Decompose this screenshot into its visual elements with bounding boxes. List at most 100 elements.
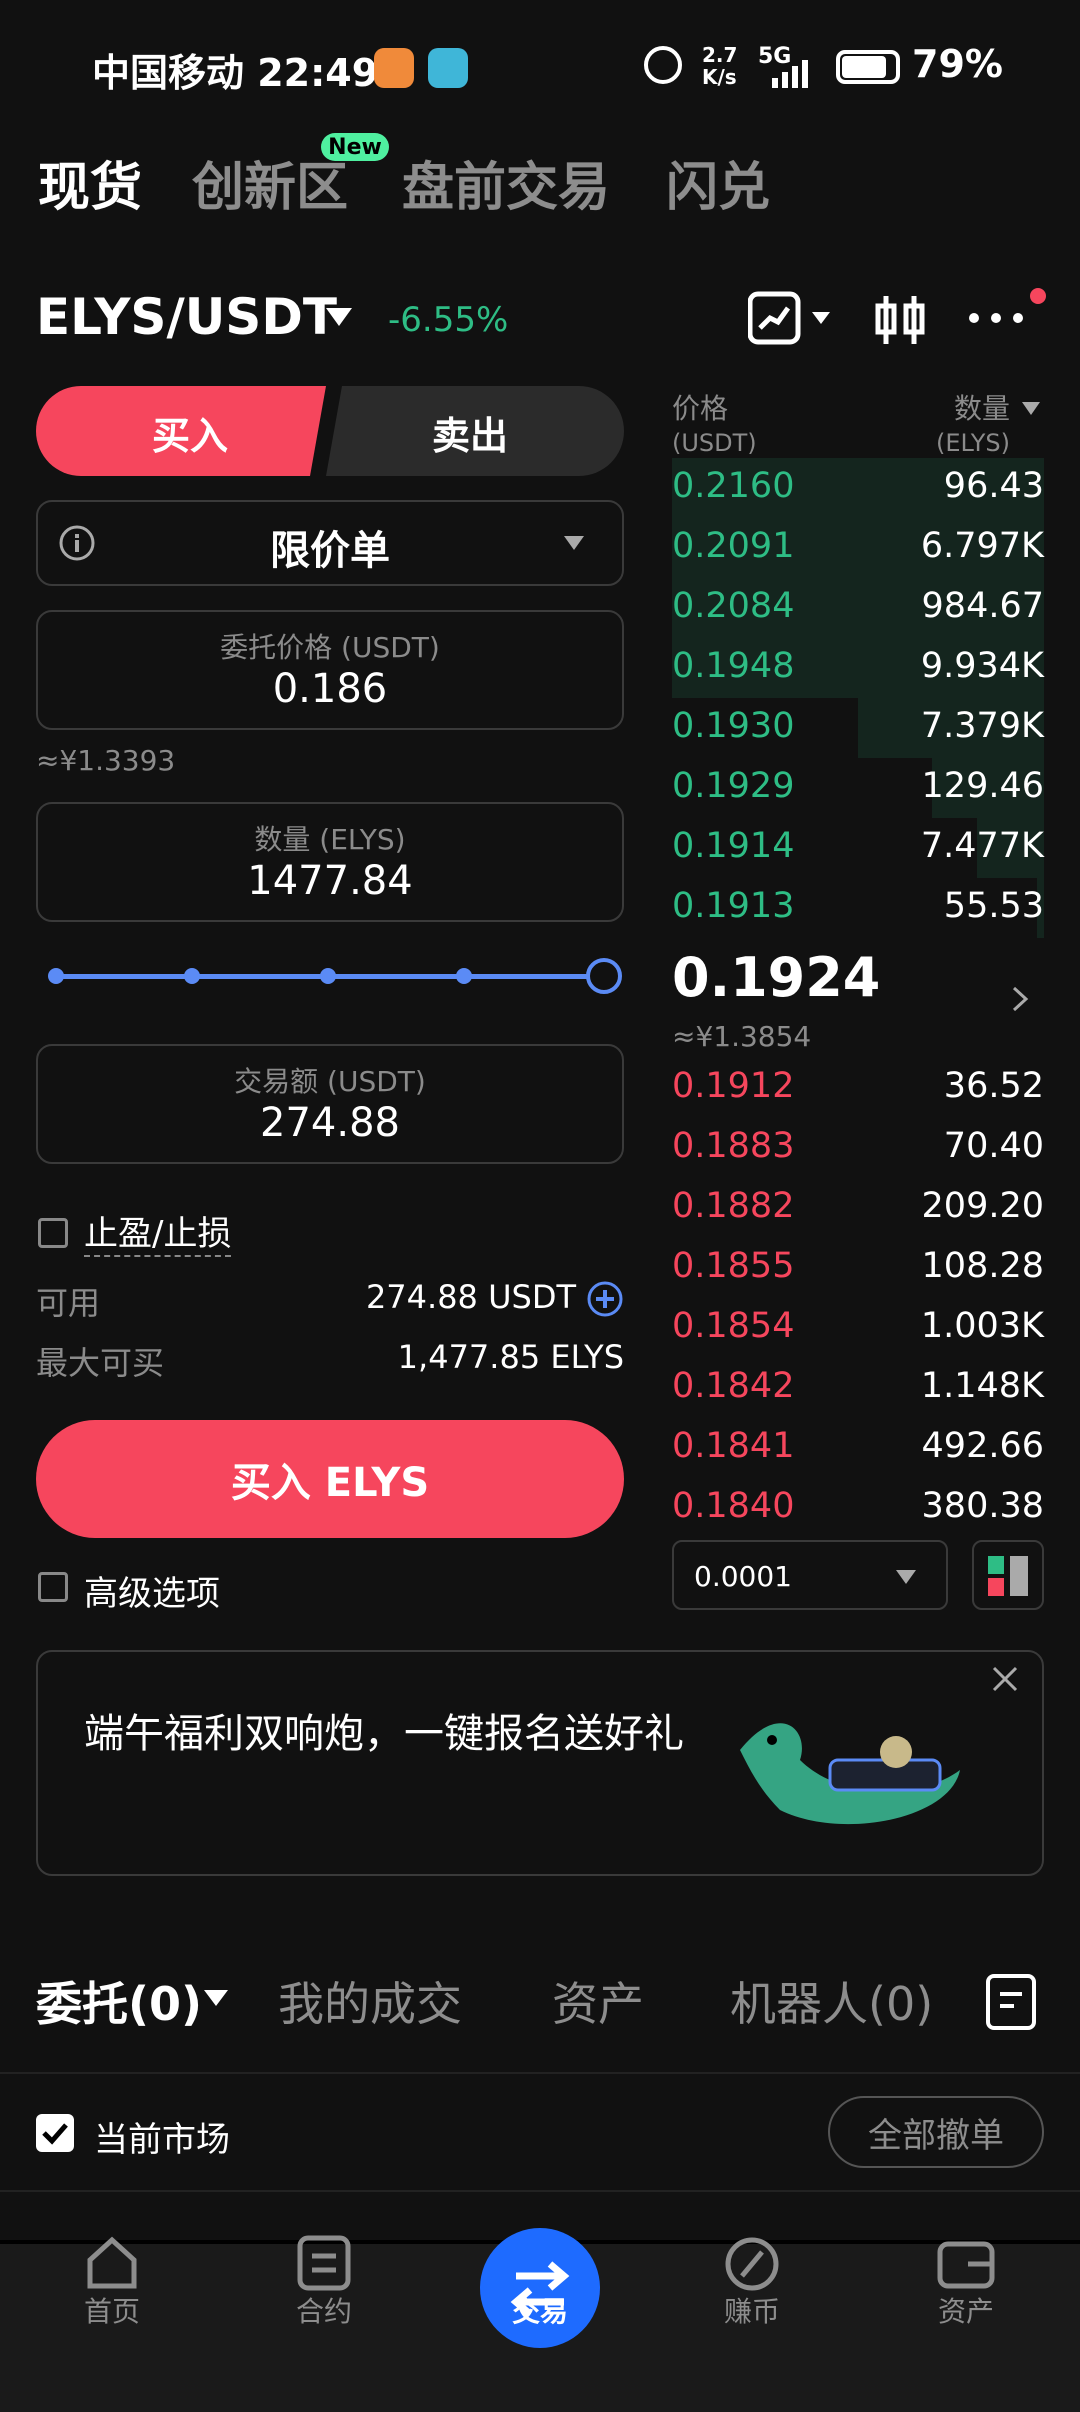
order-type-value: 限价单 [270,528,390,574]
last-price: 0.1924 [672,946,881,1009]
earn-icon[interactable] [720,2230,784,2294]
slider-mark-50[interactable] [320,968,336,984]
ask-qty: 55.53 [943,886,1044,926]
orders-dropdown-icon[interactable] [204,1990,228,2008]
futures-icon[interactable] [292,2230,356,2294]
last-price-cny: ≈¥1.3854 [672,1020,812,1053]
ask-row[interactable]: 0.2084 984.67 [672,578,1044,638]
max-buy-label: 最大可买 [36,1344,165,1382]
ask-row[interactable]: 0.1914 7.477K [672,818,1044,878]
nav-earn[interactable]: 赚币 [692,2290,812,2330]
sell-tab[interactable]: 卖出 [370,405,570,460]
current-market-label[interactable]: 当前市场 [94,2112,230,2161]
ask-price: 0.2160 [672,466,795,506]
tpsl-checkbox[interactable] [38,1218,68,1248]
price-field-label: 委托价格 (USDT) [220,631,440,664]
slider-handle[interactable] [586,958,622,994]
home-icon[interactable] [80,2230,144,2294]
bid-qty: 209.20 [921,1186,1044,1226]
orderbook-price-unit: (USDT) [672,429,757,457]
tab-assets[interactable]: 资产 [552,1968,644,2034]
ask-price: 0.2091 [672,526,795,566]
status-carrier-time: 中国移动 22:49 [92,51,379,95]
bid-row[interactable]: 0.1855 108.28 [672,1238,1044,1298]
nav-assets[interactable]: 资产 [906,2290,1026,2330]
layout-icon [988,1556,1028,1596]
nav-futures[interactable]: 合约 [264,2290,384,2330]
bid-row[interactable]: 0.1912 36.52 [672,1058,1044,1118]
ask-qty: 9.934K [920,646,1044,686]
add-funds-icon[interactable] [586,1280,624,1318]
current-market-checkbox[interactable] [36,2114,74,2152]
bid-qty: 36.52 [943,1066,1044,1106]
pair-name[interactable]: ELYS/USDT [36,288,337,346]
bid-qty: 1.003K [920,1306,1044,1346]
buy-submit-button[interactable]: 买入 ELYS [36,1420,624,1538]
tpsl-label[interactable]: 止盈/止损 [84,1206,232,1257]
quantity-field-label: 数量 (ELYS) [254,823,406,856]
net-speed-unit: K/s [702,65,737,89]
chevron-right-icon[interactable] [1010,984,1030,1014]
bid-row[interactable]: 0.1840 380.38 [672,1478,1044,1538]
ask-qty: 984.67 [921,586,1044,626]
price-input[interactable]: 0.186 [36,666,624,712]
alarm-icon [644,46,682,84]
bid-price: 0.1854 [672,1306,795,1346]
slider-mark-25[interactable] [184,968,200,984]
bid-row[interactable]: 0.1842 1.148K [672,1358,1044,1418]
ask-row[interactable]: 0.1948 9.934K [672,638,1044,698]
tab-bots[interactable]: 机器人(0) [730,1968,933,2034]
ask-price: 0.1929 [672,766,795,806]
tab-orders[interactable]: 委托(0) [36,1968,202,2034]
precision-value: 0.0001 [694,1560,792,1593]
bid-price: 0.1841 [672,1426,795,1466]
ask-price: 0.1914 [672,826,795,866]
ask-qty: 129.46 [921,766,1044,806]
app-notification-icon [374,48,414,88]
tab-flash-swap[interactable]: 闪兑 [666,145,770,220]
info-icon[interactable] [58,524,96,562]
close-icon[interactable] [990,1664,1020,1694]
advanced-options-checkbox[interactable] [38,1572,68,1602]
candlestick-icon[interactable] [872,292,928,348]
divider [0,2072,1080,2074]
tab-spot[interactable]: 现货 [38,145,142,220]
bid-qty: 1.148K [920,1366,1044,1406]
wallet-icon[interactable] [934,2230,998,2294]
more-icon[interactable] [966,286,1048,346]
nav-trade[interactable]: 交易 [480,2290,600,2330]
bid-qty: 380.38 [921,1486,1044,1526]
chart-icon[interactable] [748,290,838,346]
buy-tab[interactable]: 买入 [90,405,290,460]
chevron-down-icon [564,536,584,550]
ask-row[interactable]: 0.1929 129.46 [672,758,1044,818]
nav-home[interactable]: 首页 [52,2290,172,2330]
order-history-icon[interactable] [984,1972,1040,2032]
bid-price: 0.1912 [672,1066,795,1106]
bid-row[interactable]: 0.1841 492.66 [672,1418,1044,1478]
signal-icon [772,60,808,88]
tab-premarket[interactable]: 盘前交易 [402,145,610,220]
slider-mark-0[interactable] [48,968,64,984]
pair-dropdown-icon[interactable] [326,308,352,328]
orderbook-qty-unit: (ELYS) [936,429,1010,457]
orderbook-qty-header[interactable]: 数量 [870,392,1010,426]
ask-row[interactable]: 0.1930 7.379K [672,698,1044,758]
qty-unit-dropdown-icon[interactable] [1022,402,1040,416]
available-value: 274.88 USDT [365,1278,576,1316]
chevron-down-icon [896,1570,916,1584]
ask-row[interactable]: 0.1913 55.53 [672,878,1044,938]
amount-input[interactable]: 274.88 [36,1100,624,1146]
quantity-input[interactable]: 1477.84 [36,858,624,904]
cancel-all-button[interactable]: 全部撤单 [828,2096,1044,2168]
slider-mark-75[interactable] [456,968,472,984]
bid-row[interactable]: 0.1883 70.40 [672,1118,1044,1178]
ask-row[interactable]: 0.2091 6.797K [672,518,1044,578]
trade-icon[interactable] [480,2228,600,2348]
advanced-options-label[interactable]: 高级选项 [84,1566,220,1615]
tab-my-trades[interactable]: 我的成交 [278,1968,462,2034]
amount-field-label: 交易额 (USDT) [234,1065,426,1098]
bid-row[interactable]: 0.1882 209.20 [672,1178,1044,1238]
bid-row[interactable]: 0.1854 1.003K [672,1298,1044,1358]
ask-row[interactable]: 0.2160 96.43 [672,458,1044,518]
